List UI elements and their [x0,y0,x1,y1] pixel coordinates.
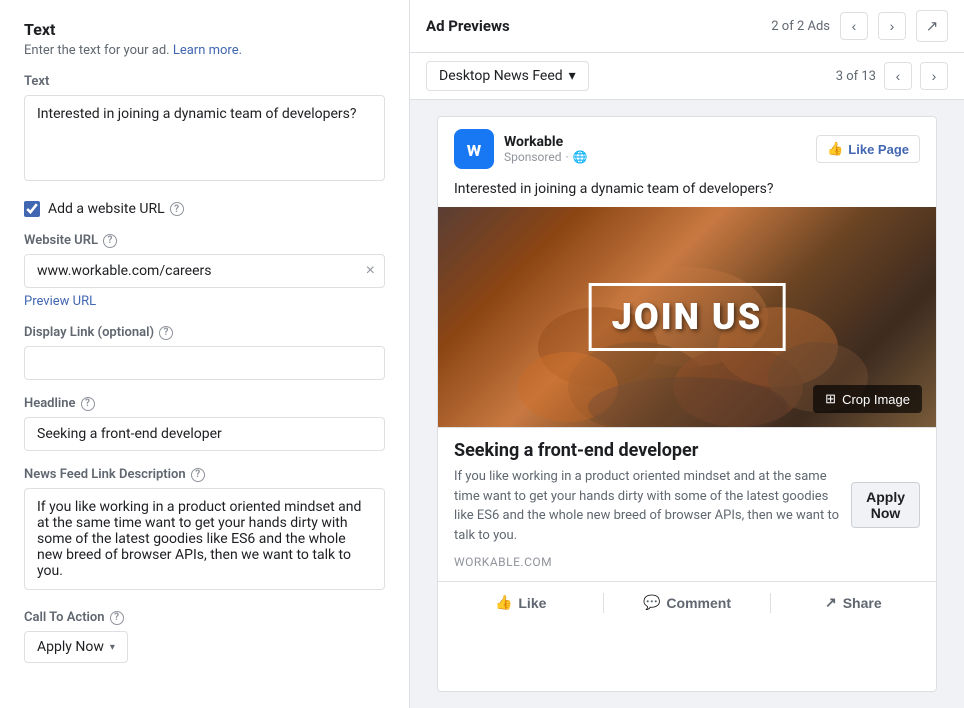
website-url-label: Website URL ? [24,233,385,248]
ad-image-wrap: JOIN US ⊞ Crop Image [438,207,936,427]
crop-image-button[interactable]: ⊞ Crop Image [813,385,922,413]
cta-group: Call To Action ? Apply Now ▾ [24,610,385,663]
globe-icon: 🌐 [573,150,588,164]
website-url-input-wrap: × [24,254,385,288]
display-link-group: Display Link (optional) ? [24,325,385,380]
ad-domain-cta-row: Seeking a front-end developer If you lik… [454,440,920,569]
ad-text-block: Seeking a front-end developer If you lik… [454,440,851,569]
ad-name-row: Workable Sponsored · 🌐 [504,134,588,164]
display-link-info-icon: ? [159,326,173,340]
preview-controls: Desktop News Feed ▾ 3 of 13 ‹ › [410,53,964,100]
news-feed-desc-textarea[interactable]: If you like working in a product oriente… [24,488,385,590]
like-button[interactable]: 👍 Like [438,586,603,619]
add-website-url-row: Add a website URL ? [24,201,385,217]
placement-label: Desktop News Feed [439,68,563,84]
prev-page-button[interactable]: ‹ [884,62,912,90]
ad-text: Interested in joining a dynamic team of … [438,181,936,207]
add-website-url-checkbox[interactable] [24,201,40,217]
preview-url-link[interactable]: Preview URL [24,294,96,309]
share-button[interactable]: ↗ Share [771,586,936,619]
clear-url-button[interactable]: × [366,263,375,279]
display-link-label: Display Link (optional) ? [24,325,385,340]
page-count: 3 of 13 [836,69,876,84]
meta-dot: · [565,150,568,164]
learn-more-link[interactable]: Learn more. [173,43,242,58]
text-field-group: Text Interested in joining a dynamic tea… [24,74,385,185]
add-website-url-label: Add a website URL ? [48,201,184,217]
ad-meta: Sponsored · 🌐 [504,150,588,164]
ad-identity: w Workable Sponsored · 🌐 [454,129,588,169]
section-subtitle: Enter the text for your ad. Learn more. [24,43,385,58]
sponsored-label: Sponsored [504,150,561,164]
left-panel: Text Enter the text for your ad. Learn m… [0,0,410,708]
cta-label: Call To Action ? [24,610,385,625]
ad-description: If you like working in a product oriente… [454,467,851,545]
placement-dropdown-button[interactable]: Desktop News Feed ▾ [426,61,589,91]
next-ad-button[interactable]: › [878,12,906,40]
cta-value: Apply Now [37,639,104,655]
share-label: Share [843,595,882,611]
comment-button[interactable]: 💬 Comment [604,586,769,619]
text-textarea[interactable]: Interested in joining a dynamic team of … [24,95,385,181]
preview-area: w Workable Sponsored · 🌐 👍 Like Page [410,100,964,708]
comment-icon: 💬 [643,594,660,611]
join-us-text: JOIN US [612,296,763,338]
ad-domain: WORKABLE.COM [454,555,851,569]
headline-group: Headline ? [24,396,385,451]
add-url-info-icon: ? [170,202,184,216]
news-feed-desc-label: News Feed Link Description ? [24,467,385,482]
cta-info-icon: ? [110,611,124,625]
news-feed-desc-group: News Feed Link Description ? If you like… [24,467,385,594]
headline-info-icon: ? [81,397,95,411]
open-external-button[interactable]: ↗ [916,10,948,42]
subtitle-text: Enter the text for your ad. [24,43,173,58]
section-title: Text [24,20,385,39]
ad-count: 2 of 2 Ads [771,19,830,34]
cta-chevron-icon: ▾ [110,642,115,653]
ad-previews-header: Ad Previews 2 of 2 Ads ‹ › ↗ [410,0,964,53]
placement-chevron-icon: ▾ [569,68,576,84]
apply-now-button[interactable]: Apply Now [851,482,920,528]
ad-headline: Seeking a front-end developer [454,440,851,461]
ad-content: Seeking a front-end developer If you lik… [438,427,936,581]
text-label: Text [24,74,385,89]
prev-ad-button[interactable]: ‹ [840,12,868,40]
like-page-label: Like Page [848,142,909,157]
ad-actions: 👍 Like 💬 Comment ↗ Share [438,581,936,623]
page-nav: 3 of 13 ‹ › [836,62,948,90]
avatar: w [454,129,494,169]
ad-card: w Workable Sponsored · 🌐 👍 Like Page [437,116,937,692]
crop-icon: ⊞ [825,391,836,407]
headline-label: Headline ? [24,396,385,411]
comment-label: Comment [666,595,731,611]
ad-header: w Workable Sponsored · 🌐 👍 Like Page [438,117,936,181]
website-url-info-icon: ? [103,234,117,248]
like-page-button[interactable]: 👍 Like Page [816,135,920,163]
headline-input[interactable] [24,417,385,451]
ad-previews-title: Ad Previews [426,17,510,35]
website-url-input[interactable] [24,254,385,288]
like-icon: 👍 [495,594,512,611]
like-label: Like [518,595,546,611]
like-page-thumb-icon: 👍 [827,141,843,157]
share-icon: ↗ [825,594,837,611]
join-us-box: JOIN US [589,283,786,351]
display-link-input[interactable] [24,346,385,380]
crop-image-label: Crop Image [842,392,910,407]
ad-name: Workable [504,134,588,150]
header-right: 2 of 2 Ads ‹ › ↗ [771,10,948,42]
cta-dropdown-button[interactable]: Apply Now ▾ [24,631,128,663]
news-feed-info-icon: ? [191,468,205,482]
website-url-group: Website URL ? × Preview URL [24,233,385,309]
next-page-button[interactable]: › [920,62,948,90]
right-panel: Ad Previews 2 of 2 Ads ‹ › ↗ Desktop New… [410,0,964,708]
